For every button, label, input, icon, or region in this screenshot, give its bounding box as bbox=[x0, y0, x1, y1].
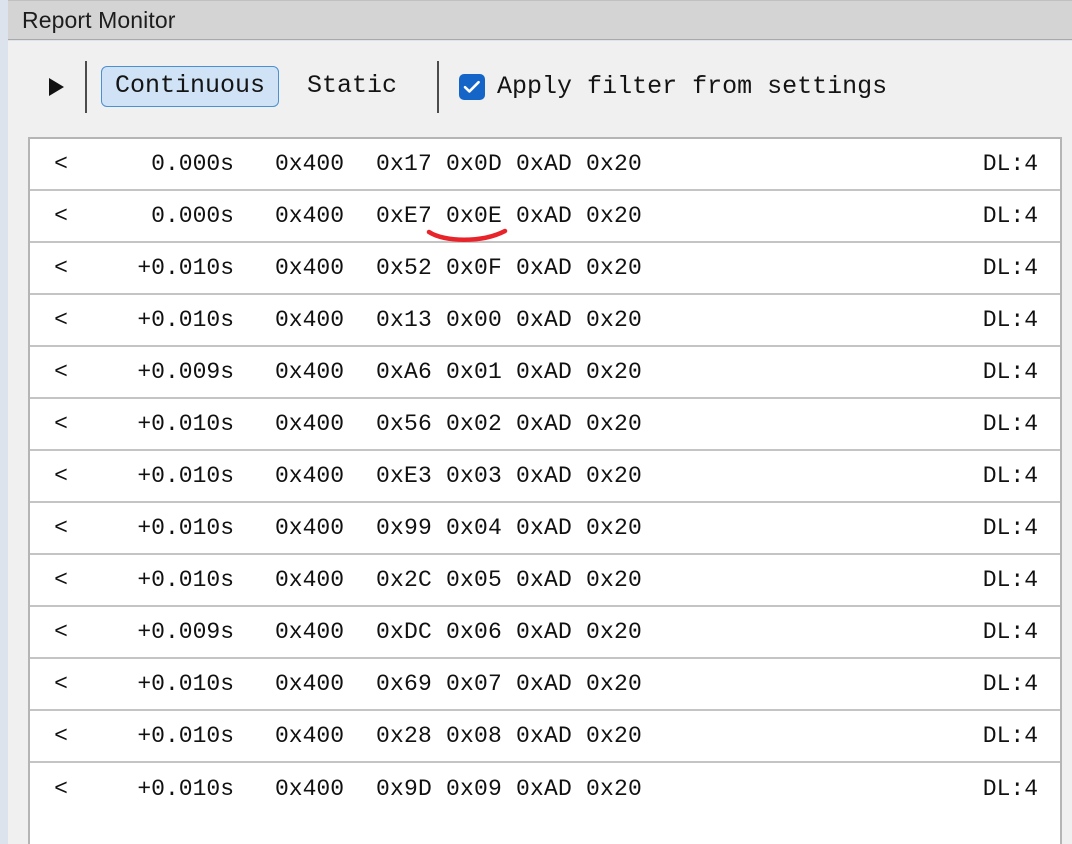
cell-message-id: 0x400 bbox=[274, 619, 344, 645]
cell-data-bytes: 0xA6 0x01 0xAD 0x20 bbox=[376, 359, 643, 385]
toolbar-separator-2 bbox=[437, 60, 440, 113]
mode-static-button[interactable]: Static bbox=[293, 66, 411, 108]
cell-message-id: 0x400 bbox=[274, 776, 344, 802]
cell-data-bytes: 0xE7 0x0E 0xAD 0x20 bbox=[376, 203, 643, 229]
toolbar: Continuous Static Apply filter from sett… bbox=[8, 41, 1072, 132]
table-row[interactable]: < +0.010s 0x400 0x2C 0x05 0xAD 0x20 DL:4 bbox=[30, 555, 1060, 607]
cell-data-bytes: 0x56 0x02 0xAD 0x20 bbox=[376, 411, 643, 437]
toolbar-separator-1 bbox=[85, 60, 87, 113]
cell-data-bytes: 0xE3 0x03 0xAD 0x20 bbox=[376, 463, 643, 489]
cell-direction: < bbox=[54, 203, 68, 229]
cell-message-id: 0x400 bbox=[274, 203, 344, 229]
apply-filter-checkbox-group[interactable]: Apply filter from settings bbox=[459, 72, 887, 101]
cell-timestamp: +0.010s bbox=[137, 671, 234, 697]
cell-message-id: 0x400 bbox=[274, 723, 344, 749]
window-titlebar: Report Monitor bbox=[8, 0, 1072, 40]
cell-message-id: 0x400 bbox=[274, 463, 344, 489]
cell-data-length: DL:4 bbox=[982, 619, 1038, 645]
cell-timestamp: +0.010s bbox=[137, 723, 234, 749]
cell-data-bytes: 0x52 0x0F 0xAD 0x20 bbox=[376, 255, 643, 281]
cell-data-length: DL:4 bbox=[982, 776, 1038, 802]
cell-message-id: 0x400 bbox=[274, 359, 344, 385]
cell-direction: < bbox=[54, 723, 68, 749]
cell-data-bytes: 0x13 0x00 0xAD 0x20 bbox=[376, 307, 643, 333]
cell-timestamp: +0.009s bbox=[137, 359, 234, 385]
apply-filter-label: Apply filter from settings bbox=[497, 72, 888, 101]
cell-message-id: 0x400 bbox=[274, 411, 344, 437]
table-row[interactable]: < +0.010s 0x400 0x99 0x04 0xAD 0x20 DL:4 bbox=[30, 503, 1060, 555]
apply-filter-checkbox[interactable] bbox=[459, 73, 486, 100]
cell-message-id: 0x400 bbox=[274, 255, 344, 281]
cell-direction: < bbox=[54, 359, 68, 385]
table-row[interactable]: < +0.009s 0x400 0xDC 0x06 0xAD 0x20 DL:4 bbox=[30, 607, 1060, 659]
table-row[interactable]: < +0.010s 0x400 0x56 0x02 0xAD 0x20 DL:4 bbox=[30, 399, 1060, 451]
cell-timestamp: +0.010s bbox=[137, 567, 234, 593]
cell-direction: < bbox=[54, 151, 68, 177]
cell-direction: < bbox=[54, 619, 68, 645]
cell-data-length: DL:4 bbox=[982, 359, 1038, 385]
cell-data-bytes: 0x2C 0x05 0xAD 0x20 bbox=[376, 567, 643, 593]
cell-data-length: DL:4 bbox=[982, 567, 1038, 593]
cell-direction: < bbox=[54, 307, 68, 333]
table-row[interactable]: <0.000s 0x400 0xE7 0x0E 0xAD 0x20 DL:4 bbox=[30, 191, 1060, 243]
cell-direction: < bbox=[54, 411, 68, 437]
cell-message-id: 0x400 bbox=[274, 515, 344, 541]
cell-timestamp: +0.010s bbox=[137, 463, 234, 489]
cell-data-length: DL:4 bbox=[982, 151, 1038, 177]
table-row[interactable]: < +0.010s 0x400 0x9D 0x09 0xAD 0x20 DL:4 bbox=[30, 763, 1060, 815]
cell-message-id: 0x400 bbox=[274, 307, 344, 333]
cell-data-bytes: 0x99 0x04 0xAD 0x20 bbox=[376, 515, 643, 541]
cell-timestamp: 0.000s bbox=[151, 203, 234, 229]
cell-timestamp: +0.010s bbox=[137, 515, 234, 541]
cell-timestamp: +0.010s bbox=[137, 411, 234, 437]
cell-timestamp: 0.000s bbox=[151, 151, 234, 177]
cell-direction: < bbox=[54, 671, 68, 697]
cell-data-bytes: 0x9D 0x09 0xAD 0x20 bbox=[376, 776, 643, 802]
cell-timestamp: +0.010s bbox=[137, 255, 234, 281]
cell-data-length: DL:4 bbox=[982, 463, 1038, 489]
checkmark-icon bbox=[463, 80, 480, 93]
report-monitor-window: Report Monitor Continuous Static Apply f… bbox=[0, 0, 1072, 844]
table-row[interactable]: < +0.010s 0x400 0x52 0x0F 0xAD 0x20 DL:4 bbox=[30, 243, 1060, 295]
cell-data-bytes: 0xDC 0x06 0xAD 0x20 bbox=[376, 619, 643, 645]
table-row[interactable]: < +0.009s 0x400 0xA6 0x01 0xAD 0x20 DL:4 bbox=[30, 347, 1060, 399]
table-row[interactable]: <0.000s 0x400 0x17 0x0D 0xAD 0x20 DL:4 bbox=[30, 139, 1060, 191]
cell-message-id: 0x400 bbox=[274, 567, 344, 593]
cell-direction: < bbox=[54, 776, 68, 802]
cell-data-length: DL:4 bbox=[982, 723, 1038, 749]
table-row[interactable]: < +0.010s 0x400 0x69 0x07 0xAD 0x20 DL:4 bbox=[30, 659, 1060, 711]
play-button[interactable] bbox=[41, 72, 71, 102]
cell-direction: < bbox=[54, 515, 68, 541]
message-list[interactable]: <0.000s 0x400 0x17 0x0D 0xAD 0x20 DL:4 <0.00… bbox=[28, 137, 1062, 844]
cell-timestamp: +0.009s bbox=[137, 619, 234, 645]
cell-data-bytes: 0x69 0x07 0xAD 0x20 bbox=[376, 671, 643, 697]
cell-message-id: 0x400 bbox=[274, 671, 344, 697]
page-title: Report Monitor bbox=[22, 6, 176, 33]
table-row[interactable]: < +0.010s 0x400 0x28 0x08 0xAD 0x20 DL:4 bbox=[30, 711, 1060, 763]
cell-data-length: DL:4 bbox=[982, 203, 1038, 229]
cell-data-length: DL:4 bbox=[982, 307, 1038, 333]
cell-timestamp: +0.010s bbox=[137, 776, 234, 802]
cell-data-length: DL:4 bbox=[982, 411, 1038, 437]
table-row[interactable]: < +0.010s 0x400 0xE3 0x03 0xAD 0x20 DL:4 bbox=[30, 451, 1060, 503]
cell-message-id: 0x400 bbox=[274, 151, 344, 177]
cell-direction: < bbox=[54, 463, 68, 489]
cell-timestamp: +0.010s bbox=[137, 307, 234, 333]
cell-data-length: DL:4 bbox=[982, 671, 1038, 697]
main-panel: Continuous Static Apply filter from sett… bbox=[8, 41, 1072, 844]
cell-data-bytes: 0x28 0x08 0xAD 0x20 bbox=[376, 723, 643, 749]
cell-data-length: DL:4 bbox=[982, 515, 1038, 541]
cell-data-length: DL:4 bbox=[982, 255, 1038, 281]
cell-data-bytes: 0x17 0x0D 0xAD 0x20 bbox=[376, 151, 643, 177]
cell-direction: < bbox=[54, 255, 68, 281]
play-icon bbox=[48, 77, 64, 96]
mode-continuous-button[interactable]: Continuous bbox=[101, 65, 280, 108]
cell-direction: < bbox=[54, 567, 68, 593]
table-row[interactable]: < +0.010s 0x400 0x13 0x00 0xAD 0x20 DL:4 bbox=[30, 295, 1060, 347]
